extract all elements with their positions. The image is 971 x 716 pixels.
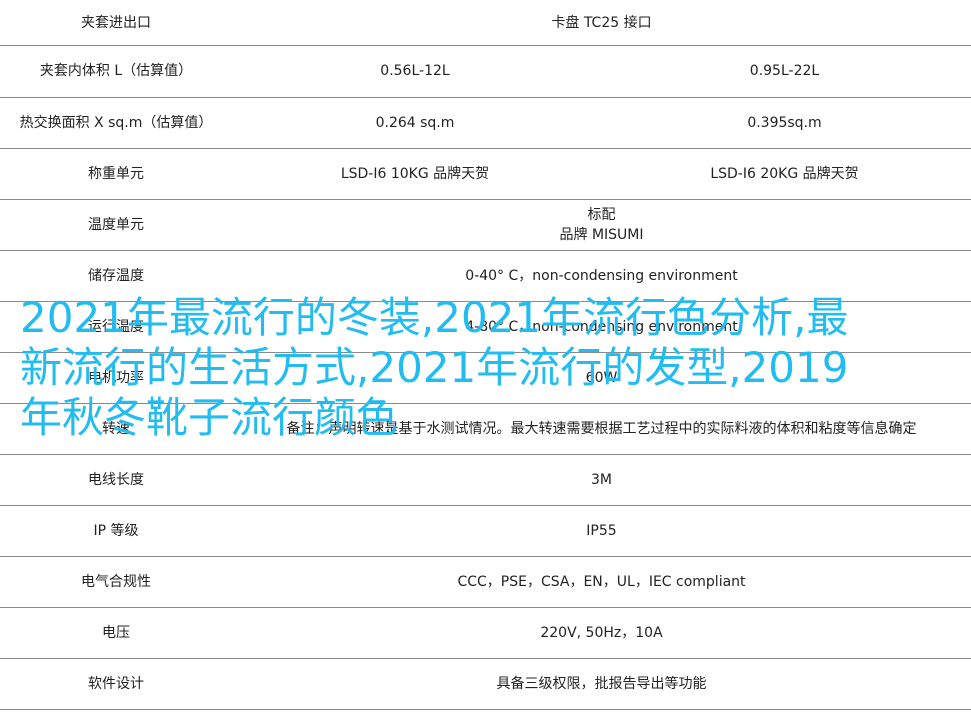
table-row: 电线长度 3M [0, 454, 971, 506]
row-value-large: 0.395sq.m [747, 114, 822, 131]
row-label: 夹套进出口 [81, 14, 151, 31]
table-row: 转速 备注：声明转速是基于水测试情况。最大转速需要根据工艺过程中的实际料液的体积和… [0, 403, 971, 455]
row-label: IP 等级 [93, 522, 139, 539]
table-row: 电压 220V, 50Hz，10A [0, 607, 971, 659]
row-label: 夹套内体积 L（估算值） [39, 63, 193, 79]
row-label: 运行温度 [88, 318, 144, 335]
row-value-small: 0.56L-12L [380, 63, 450, 79]
row-value: IP55 [586, 522, 617, 539]
table-row: 储存温度 0-40° C，non-condensing environment [0, 250, 971, 302]
table-row: 电气合规性 CCC，PSE，CSA，EN，UL，IEC compliant [0, 556, 971, 608]
row-label: 软件设计 [88, 675, 144, 692]
table-row: 称重单元 LSD-I6 10KG 品牌天贺 LSD-I6 20KG 品牌天贺 [0, 148, 971, 200]
row-value-large: 0.95L-22L [749, 63, 820, 79]
row-label: 热交换面积 X sq.m（估算值） [19, 114, 213, 131]
row-label: 转速 [102, 420, 130, 437]
row-value-line: 品牌 MISUMI [559, 226, 644, 243]
row-value: 3M [591, 471, 612, 488]
row-value: 4-80° C，non-condensing environment [465, 318, 738, 335]
row-label: 温度单元 [88, 216, 144, 233]
table-row: 电机功率 60W [0, 352, 971, 404]
row-value-small: LSD-I6 10KG 品牌天贺 [340, 165, 490, 182]
table-row: 热交换面积 X sq.m（估算值） 0.264 sq.m 0.395sq.m [0, 97, 971, 149]
row-value-small: 0.264 sq.m [375, 114, 455, 131]
table-row: 温度单元 标配品牌 MISUMI [0, 199, 971, 251]
row-value: 220V, 50Hz，10A [540, 624, 663, 641]
row-label: 电机功率 [88, 369, 144, 386]
row-value: 60W [585, 369, 618, 386]
row-label: 储存温度 [88, 267, 144, 284]
table-row: 夹套内体积 L（估算值） 0.56L-12L 0.95L-22L [0, 45, 971, 98]
table-row: 夹套进出口 卡盘 TC25 接口 [0, 0, 971, 46]
row-label: 电线长度 [88, 471, 144, 488]
row-label: 电气合规性 [81, 573, 151, 590]
row-label: 称重单元 [88, 165, 144, 182]
table-row: 软件设计 具备三级权限，批报告导出等功能 [0, 658, 971, 710]
table-row: IP 等级 IP55 [0, 505, 971, 557]
row-value: 卡盘 TC25 接口 [551, 14, 652, 31]
table-row: 运行温度 4-80° C，non-condensing environment [0, 301, 971, 353]
row-value-large: LSD-I6 20KG 品牌天贺 [710, 165, 859, 182]
row-value-line: 标配 [587, 206, 616, 223]
row-value: 标配品牌 MISUMI [232, 199, 971, 250]
row-value: CCC，PSE，CSA，EN，UL，IEC compliant [457, 573, 746, 590]
row-value: 具备三级权限，批报告导出等功能 [496, 675, 707, 692]
row-label: 电压 [102, 624, 130, 641]
row-value: 备注：声明转速是基于水测试情况。最大转速需要根据工艺过程中的实际料液的体积和粘度… [286, 420, 917, 437]
row-value: 0-40° C，non-condensing environment [465, 267, 738, 284]
